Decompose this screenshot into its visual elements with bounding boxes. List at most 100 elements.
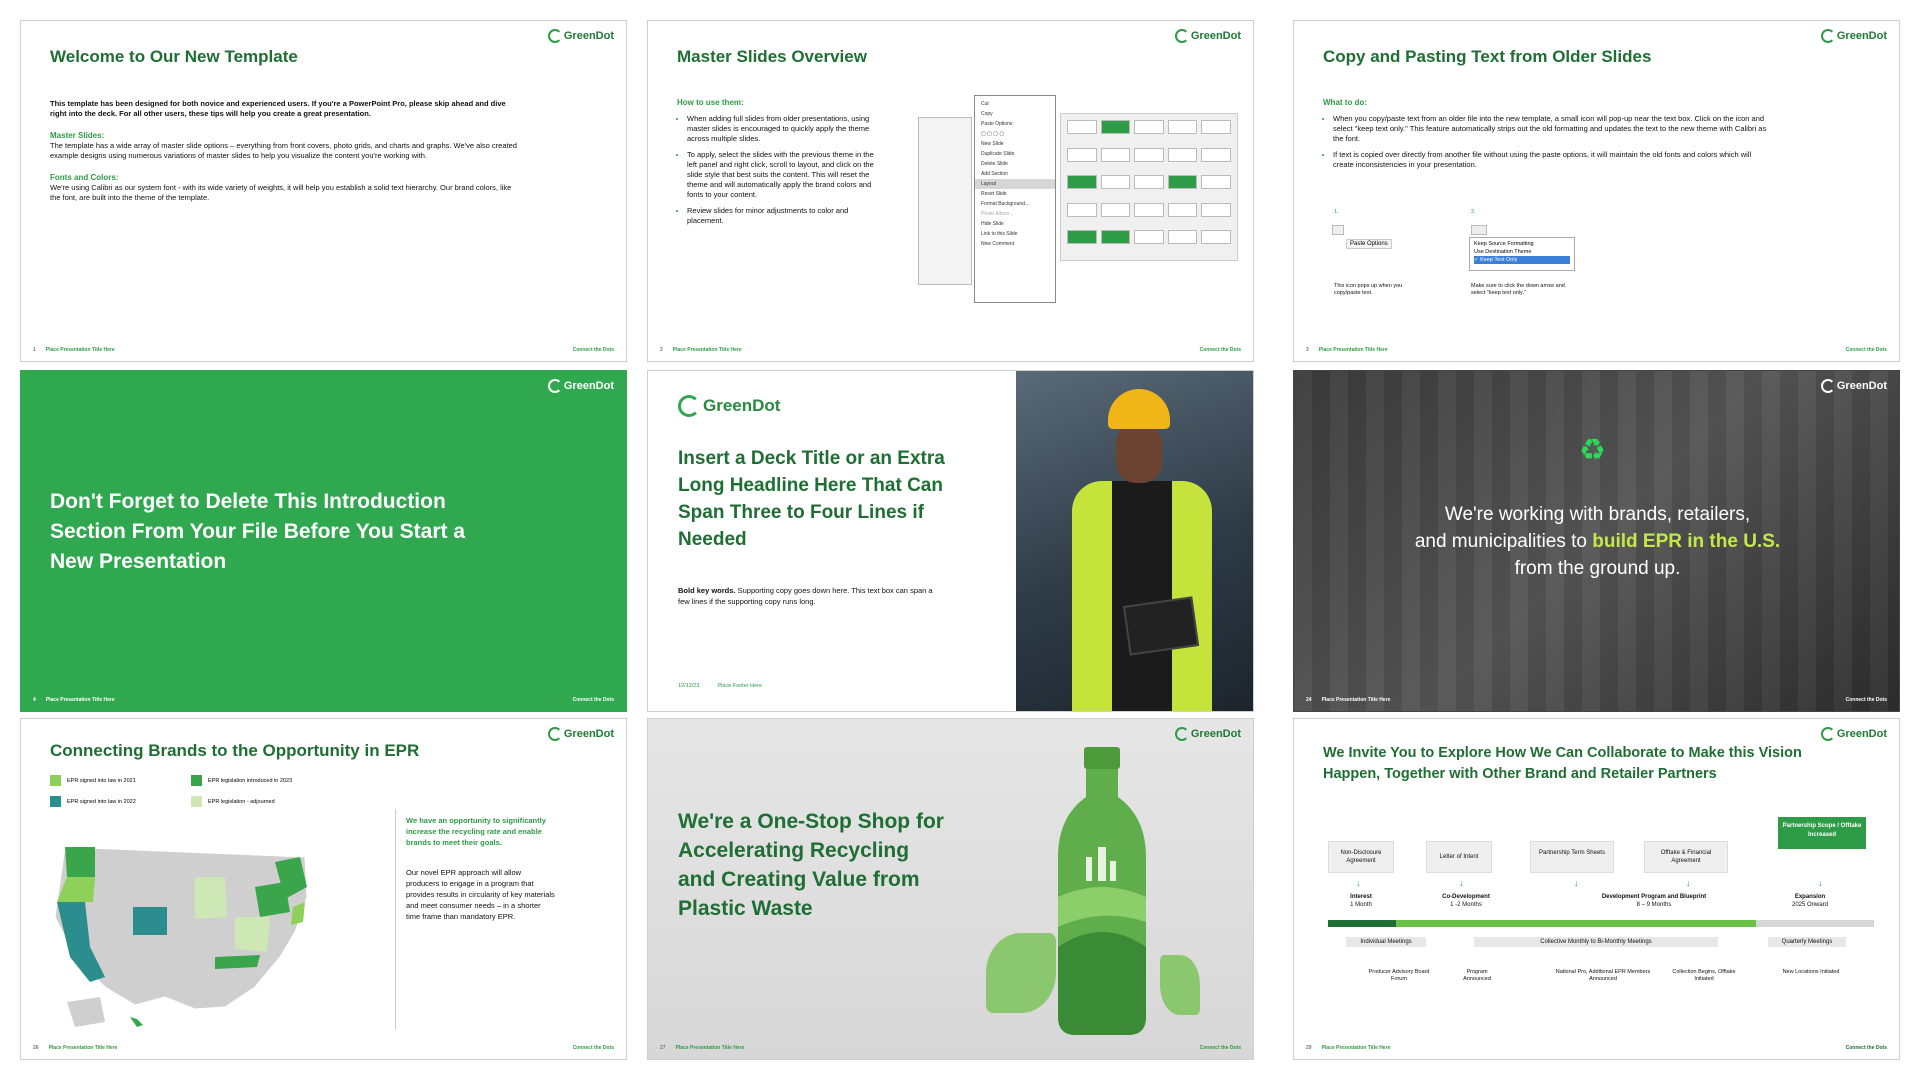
legend-label: EPR signed into law in 2021 (67, 777, 136, 784)
footer-title: Place Presentation Title Here (1321, 1045, 1391, 1051)
slide-thumbnail-5[interactable]: GreenDot Insert a Deck Title or an Extra… (647, 370, 1254, 712)
slide-thumbnail-2[interactable]: GreenDot Master Slides Overview How to u… (647, 20, 1254, 362)
map-state (65, 847, 95, 877)
slide-title: Master Slides Overview (677, 47, 867, 66)
deck-footer-text: Place Footer Here (717, 683, 763, 689)
master-slides-heading: Master Slides: (50, 131, 105, 140)
slide-footer-left: 3 Place Presentation Title Here (1306, 347, 1388, 353)
timeline-segment (1396, 920, 1756, 927)
map-state (130, 1017, 143, 1027)
greendot-mark-icon (547, 379, 562, 393)
paste-options-icon (1332, 225, 1344, 235)
arrow-down-icon: ↓ (1459, 878, 1464, 888)
slide-number: 2 (660, 347, 663, 353)
legend-item: EPR legislation - adjourned (191, 796, 275, 807)
greendot-logo: GreenDot (1174, 29, 1241, 43)
bullet-item: When adding full slides from older prese… (687, 114, 877, 144)
slide-footer-right: Connect the Dots (1199, 1045, 1241, 1051)
menu-item: Hide Slide (981, 221, 1004, 227)
mission-quote: We're working with brands, retailers, an… (1334, 501, 1861, 582)
bullet-list: When adding full slides from older prese… (677, 114, 877, 226)
meeting-cadence: Quarterly Meetings (1768, 937, 1846, 947)
slide-footer-right: Connect the Dots (1845, 347, 1887, 353)
phase-label: Development Program and Blueprint 8 – 9 M… (1574, 893, 1734, 909)
quote-text: and municipalities to (1414, 531, 1593, 552)
slide-title: Connecting Brands to the Opportunity in … (50, 741, 420, 760)
logo-text: GreenDot (563, 380, 614, 392)
map-state (195, 877, 227, 919)
dropdown-option: Use Destination Theme (1474, 249, 1532, 255)
leaf-decoration (1160, 955, 1200, 1015)
greendot-mark-icon (1820, 29, 1835, 43)
slide-thumbnail-4[interactable]: GreenDot Don't Forget to Delete This Int… (20, 370, 627, 712)
arrow-down-icon: ↓ (1356, 878, 1361, 888)
slide-thumbnail-7[interactable]: GreenDot Connecting Brands to the Opport… (20, 718, 627, 1060)
footer-title: Place Presentation Title Here (1318, 347, 1388, 353)
quote-line: and municipalities to build EPR in the U… (1334, 528, 1861, 555)
slide-thumbnail-9[interactable]: GreenDot We Invite You to Explore How We… (1293, 718, 1900, 1060)
fonts-colors-text: We're using Calibri as our system font -… (50, 183, 512, 202)
slide-body: How to use them: When adding full slides… (677, 97, 877, 232)
map-state (215, 955, 260, 969)
slide-thumbnail-6[interactable]: GreenDot ♻ We're working with brands, re… (1293, 370, 1900, 712)
slide-footer-left: 4 Place Presentation Title Here (33, 697, 115, 703)
slide-number: 29 (1306, 1045, 1312, 1051)
menu-item: Link to this Slide (981, 231, 1018, 237)
slide-number: 27 (660, 1045, 666, 1051)
slide-footer-right: Connect the Dots (1199, 347, 1241, 353)
slide-thumbnail-3[interactable]: GreenDot Copy and Pasting Text from Olde… (1293, 20, 1900, 362)
meeting-cadence: Collective Monthly to Bi-Monthly Meeting… (1474, 937, 1718, 947)
slide-footer-left: 29 Place Presentation Title Here (1306, 1045, 1390, 1051)
partnership-scope-box: Partnership Scope / Offtake Increased (1778, 817, 1866, 849)
greendot-mark-icon (547, 29, 562, 43)
deck-title: Insert a Deck Title or an Extra Long Hea… (678, 448, 945, 550)
process-step: Offtake & Financial Agreement (1644, 841, 1728, 873)
milestone: Producer Advisory Board Forum (1368, 969, 1430, 982)
worker-photo (1016, 371, 1253, 711)
logo-text: GreenDot (563, 30, 614, 42)
master-slides-text: The template has a wide array of master … (50, 141, 517, 160)
slide-footer-right: Connect the Dots (572, 1045, 614, 1051)
greendot-logo: GreenDot (547, 29, 614, 43)
slide-thumbnail-8[interactable]: GreenDot We're a One-Stop Shop for Accel… (647, 718, 1254, 1060)
slide-panel-mockup (918, 117, 972, 285)
timeline-segment (1756, 920, 1874, 927)
menu-item: Add Section (981, 171, 1008, 177)
phase-name: Co-Development (1442, 894, 1490, 900)
slide-footer-right: Connect the Dots (1845, 697, 1887, 703)
legend-item: EPR signed into law in 2021 (50, 775, 136, 786)
greendot-logo: GreenDot (547, 727, 614, 741)
timeline-segment (1328, 920, 1396, 927)
deck-date: 12/12/23 (678, 683, 700, 689)
slide-footer-right: Connect the Dots (572, 697, 614, 703)
phase-time: 8 – 9 Months (1636, 902, 1672, 908)
dropdown-option-selected: ✓ Keep Text Only (1474, 256, 1570, 264)
phase-time: 1 -2 Months (1450, 902, 1482, 908)
legend-item: EPR legislation introduced in 2023 (191, 775, 292, 786)
context-menu-mockup: Cut Copy Paste Options: ▢ ▢ ▢ ▢ New Slid… (974, 95, 1056, 303)
paste-options-icon (1471, 225, 1487, 235)
phase-name: Interest (1350, 894, 1372, 900)
clipboard (1122, 596, 1200, 656)
legend-label: EPR legislation - adjourned (208, 798, 275, 805)
bullet-item: When you copy/paste text from an older f… (1333, 114, 1773, 144)
greendot-logo: GreenDot (1820, 29, 1887, 43)
slide-thumbnail-1[interactable]: GreenDot Welcome to Our New Template Thi… (20, 20, 627, 362)
legend-swatch (191, 796, 202, 807)
greendot-mark-icon (547, 727, 562, 741)
quote-line: We're working with brands, retailers, (1444, 504, 1751, 525)
meeting-cadence: Individual Meetings (1346, 937, 1426, 947)
bullet-item: If text is copied over directly from ano… (1333, 150, 1773, 170)
legend-label: EPR signed into law in 2022 (67, 798, 136, 805)
dropdown-option: Keep Source Formatting (1474, 241, 1534, 247)
logo-text: GreenDot (1836, 380, 1887, 392)
opportunity-text: We have an opportunity to significantly … (406, 816, 546, 847)
menu-item: Photo Album... (981, 211, 1014, 217)
milestone: New Locations Initiated (1782, 969, 1840, 975)
greendot-mark-icon (1820, 379, 1835, 393)
slide-sorter-grid: GreenDot Welcome to Our New Template Thi… (0, 0, 1920, 1080)
greendot-logo: GreenDot (1820, 379, 1887, 393)
menu-item: Paste Options: (981, 121, 1014, 127)
slide-title: Copy and Pasting Text from Older Slides (1323, 47, 1652, 66)
paste-icons-row: ▢ ▢ ▢ ▢ (981, 131, 1005, 137)
